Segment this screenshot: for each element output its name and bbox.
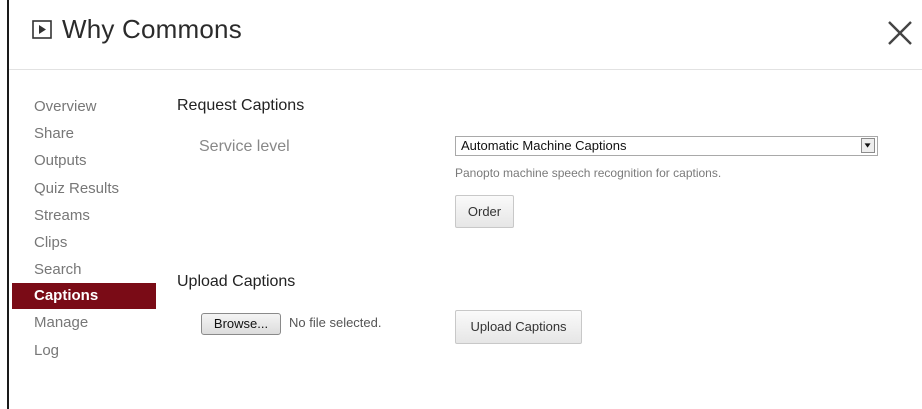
browse-button[interactable]: Browse... (201, 313, 281, 335)
sidebar-item-search[interactable]: Search (12, 256, 156, 283)
sidebar-item-captions[interactable]: Captions (12, 283, 156, 310)
sidebar-item-log[interactable]: Log (12, 337, 156, 364)
request-captions-heading: Request Captions (177, 97, 305, 114)
sidebar-item-clips[interactable]: Clips (12, 229, 156, 256)
sidebar-item-manage[interactable]: Manage (12, 309, 156, 336)
dialog-header: Why Commons (9, 0, 922, 70)
close-icon[interactable] (885, 18, 915, 48)
service-level-select[interactable]: Automatic Machine Captions (455, 136, 878, 156)
sidebar-item-streams[interactable]: Streams (12, 202, 156, 229)
service-level-label: Service level (199, 138, 290, 155)
service-level-help: Panopto machine speech recognition for c… (455, 166, 722, 180)
upload-captions-heading: Upload Captions (177, 273, 296, 290)
sidebar-item-quiz-results[interactable]: Quiz Results (12, 175, 156, 202)
captions-dialog: Why Commons Overview Share Outputs Quiz … (0, 0, 922, 409)
sidebar-nav: Overview Share Outputs Quiz Results Stre… (12, 93, 156, 364)
play-box-icon (32, 20, 52, 39)
file-status-text: No file selected. (289, 315, 382, 330)
chevron-down-icon (861, 138, 875, 153)
sidebar-item-outputs[interactable]: Outputs (12, 147, 156, 174)
sidebar-item-overview[interactable]: Overview (12, 93, 156, 120)
upload-captions-button[interactable]: Upload Captions (455, 310, 582, 344)
order-button[interactable]: Order (455, 195, 514, 228)
service-level-value: Automatic Machine Captions (461, 138, 627, 153)
sidebar-item-share[interactable]: Share (12, 120, 156, 147)
page-title: Why Commons (62, 14, 242, 44)
